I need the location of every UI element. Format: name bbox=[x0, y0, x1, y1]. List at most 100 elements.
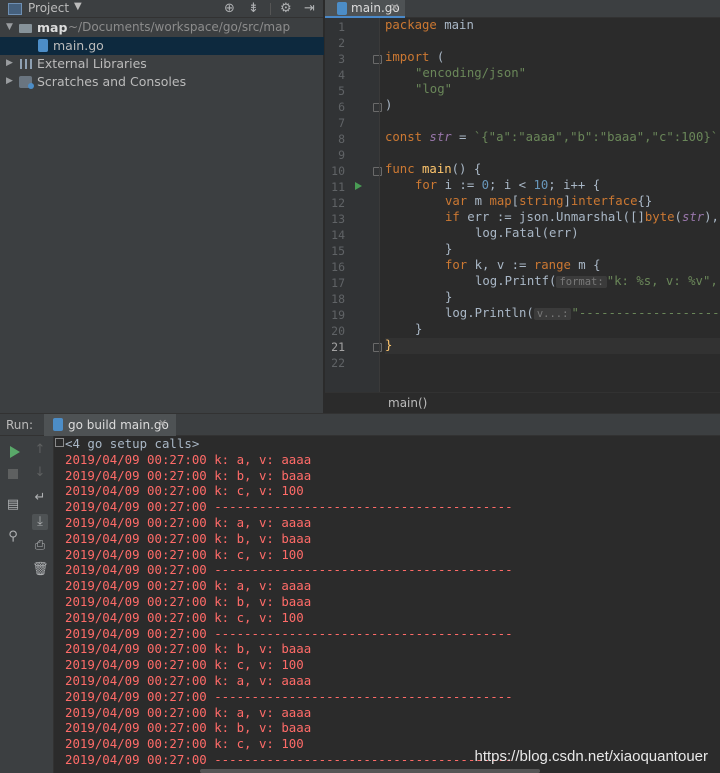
console-line: 2019/04/09 00:27:00 k: c, v: 100 bbox=[65, 657, 304, 673]
code-line: log.Printf(format: "k: %s, v: %v", bbox=[475, 274, 720, 290]
line-number: 6 bbox=[338, 100, 345, 114]
trash-icon[interactable]: 🗑 bbox=[32, 562, 49, 578]
locate-icon[interactable]: ⊕ bbox=[224, 1, 235, 16]
console-line: 2019/04/09 00:27:00 k: a, v: aaaa bbox=[65, 515, 312, 530]
console-line: 2019/04/09 00:27:00 --------------------… bbox=[65, 625, 513, 641]
code-line: } bbox=[385, 338, 720, 354]
collapse-all-icon[interactable]: ⇟ bbox=[248, 1, 259, 16]
horizontal-scrollbar[interactable] bbox=[200, 769, 540, 773]
code-token: string bbox=[519, 194, 564, 208]
expand-arrow-icon[interactable]: ▼ bbox=[6, 22, 13, 32]
code-token: var bbox=[445, 194, 468, 208]
code-line: import ( bbox=[385, 50, 720, 66]
code-line: if err := json.Unmarshal([]byte(str), bbox=[445, 210, 720, 226]
code-area[interactable]: package main import ( "encoding/json" "l… bbox=[385, 18, 720, 392]
gutter-divider bbox=[379, 18, 380, 392]
tree-item-external-libraries[interactable]: ▶ External Libraries bbox=[0, 55, 324, 73]
console-line: 2019/04/09 00:27:00 k: c, v: 100 bbox=[65, 736, 304, 752]
code-token: for bbox=[445, 258, 468, 272]
fold-icon[interactable] bbox=[373, 103, 382, 112]
expand-icon[interactable] bbox=[55, 438, 64, 447]
print-icon[interactable]: ⎙ bbox=[32, 538, 48, 554]
close-icon[interactable]: ✕ bbox=[390, 1, 399, 14]
project-toolbar: Project ▼ ⊕ ⇟ ⚙ ⇥ bbox=[0, 0, 323, 18]
code-line: } bbox=[445, 242, 720, 258]
console-line: 2019/04/09 00:27:00 --------------------… bbox=[65, 688, 513, 704]
hide-icon[interactable]: ⇥ bbox=[304, 1, 315, 16]
code-token: ; i < bbox=[489, 178, 534, 192]
console-line: 2019/04/09 00:27:00 k: b, v: baaa bbox=[65, 594, 312, 609]
up-arrow-icon[interactable]: ↑ bbox=[32, 442, 48, 458]
tree-label: External Libraries bbox=[37, 56, 147, 71]
code-token: = bbox=[451, 130, 474, 144]
line-number: 9 bbox=[338, 148, 345, 162]
code-token: 0 bbox=[481, 178, 490, 192]
collapsed-arrow-icon[interactable]: ▶ bbox=[6, 76, 13, 86]
tree-item-map[interactable]: ▼ map ~/Documents/workspace/go/src/map bbox=[0, 19, 324, 37]
code-token: ) bbox=[385, 98, 393, 112]
down-arrow-icon[interactable]: ↓ bbox=[32, 465, 48, 481]
line-number-gutter[interactable]: 1 2 3 4 5 6 7 8 9 10 11 12 13 14 15 16 1… bbox=[325, 18, 382, 392]
code-token: log.Println( bbox=[445, 306, 534, 320]
layout-icon[interactable]: ▤ bbox=[5, 497, 21, 513]
rerun-icon[interactable] bbox=[10, 446, 20, 458]
editor-tab-bar: main.go ✕ bbox=[325, 0, 720, 18]
fold-icon[interactable] bbox=[373, 343, 382, 352]
line-number: 7 bbox=[338, 116, 345, 130]
tab-main-go[interactable]: main.go ✕ bbox=[325, 0, 405, 18]
code-line: ) bbox=[385, 98, 720, 114]
code-line: func main() { bbox=[385, 162, 720, 178]
fold-icon[interactable] bbox=[373, 167, 382, 176]
tree-item-main-go[interactable]: main.go bbox=[0, 37, 324, 55]
code-token: {} bbox=[637, 194, 653, 208]
scroll-to-end-icon[interactable]: ⤓ bbox=[32, 514, 48, 530]
code-token: 10 bbox=[533, 178, 549, 192]
run-gutter-icon[interactable] bbox=[355, 182, 362, 190]
line-number: 4 bbox=[338, 68, 345, 82]
collapsed-arrow-icon[interactable]: ▶ bbox=[6, 58, 13, 68]
pin-icon[interactable]: ⚲ bbox=[5, 529, 21, 545]
code-line: const str = `{"a":"aaaa","b":"baaa","c":… bbox=[385, 130, 720, 146]
line-number: 1 bbox=[338, 20, 345, 34]
scratches-icon bbox=[19, 76, 34, 89]
console-output[interactable]: <4 go setup calls> 2019/04/09 00:27:00 k… bbox=[55, 436, 720, 773]
code-token: ), bbox=[704, 210, 719, 224]
stop-icon[interactable] bbox=[8, 469, 18, 479]
tree-label: Scratches and Consoles bbox=[37, 74, 187, 89]
toolbar-separator bbox=[270, 3, 271, 15]
tree-item-scratches[interactable]: ▶ Scratches and Consoles bbox=[0, 73, 324, 91]
run-tab[interactable]: go build main.go ✕ bbox=[44, 414, 176, 436]
code-token: m bbox=[467, 194, 490, 208]
line-number: 15 bbox=[331, 244, 345, 258]
chevron-down-icon[interactable]: ▼ bbox=[74, 1, 82, 12]
breadcrumb: main() bbox=[325, 392, 720, 413]
close-icon[interactable]: ✕ bbox=[158, 417, 167, 430]
run-tab-label: go build main.go bbox=[68, 418, 169, 432]
line-number: 2 bbox=[338, 36, 345, 50]
run-title: Run: bbox=[6, 418, 34, 432]
console-line: 2019/04/09 00:27:00 k: b, v: baaa bbox=[65, 467, 312, 483]
soft-wrap-icon[interactable]: ↵ bbox=[32, 490, 48, 506]
gear-icon[interactable]: ⚙ bbox=[280, 1, 292, 16]
line-number: 12 bbox=[331, 196, 345, 210]
go-file-icon bbox=[337, 2, 347, 15]
project-view-selector[interactable]: Project bbox=[28, 1, 69, 15]
line-number: 3 bbox=[338, 52, 345, 66]
breadcrumb-item[interactable]: main() bbox=[388, 396, 427, 410]
code-token: `{"a":"aaaa","b":"baaa","c":100}` bbox=[473, 130, 719, 144]
line-number: 20 bbox=[331, 324, 345, 338]
console-line: 2019/04/09 00:27:00 k: b, v: baaa bbox=[65, 720, 312, 736]
console-line: 2019/04/09 00:27:00 k: b, v: baaa bbox=[65, 641, 312, 657]
parameter-hint: format: bbox=[556, 276, 607, 288]
code-token: "encoding/json" bbox=[415, 66, 527, 80]
code-token: "log" bbox=[415, 82, 453, 96]
code-token: } bbox=[415, 322, 423, 336]
folder-icon bbox=[19, 24, 32, 33]
code-token: interface bbox=[570, 194, 638, 208]
setup-calls-line[interactable]: <4 go setup calls> bbox=[55, 436, 199, 452]
line-number: 21 bbox=[331, 340, 345, 354]
fold-icon[interactable] bbox=[373, 55, 382, 64]
code-editor[interactable]: main.go ✕ 1 2 3 4 5 6 7 8 9 10 11 12 13 … bbox=[325, 0, 720, 413]
code-token: str bbox=[429, 130, 452, 144]
code-token: import bbox=[385, 50, 430, 64]
